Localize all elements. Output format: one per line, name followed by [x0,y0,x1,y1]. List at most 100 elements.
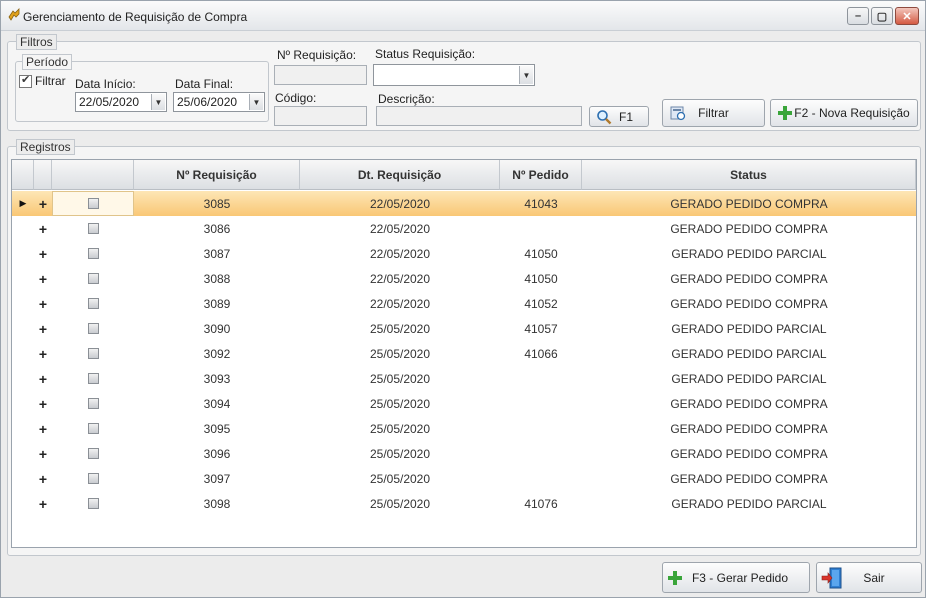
table-row[interactable]: +3088 22/05/2020 41050 GERADO PEDIDO COMPRA [12,266,916,291]
row-checkbox[interactable] [87,223,99,234]
table-row[interactable]: +3096 25/05/2020 GERADO PEDIDO COMPRA [12,441,916,466]
row-indicator [12,441,34,466]
row-checkbox[interactable] [87,498,99,509]
row-checkbox[interactable] [87,248,99,259]
expand-row-button[interactable]: + [34,316,52,341]
cell-status: GERADO PEDIDO PARCIAL [671,321,827,336]
expand-row-button[interactable]: + [34,391,52,416]
row-select-cell[interactable] [52,216,134,241]
cell-req-number: 3092 [203,346,231,361]
exit-button[interactable]: Sair [816,562,922,593]
row-select-cell[interactable] [52,291,134,316]
row-select-cell[interactable] [52,316,134,341]
expand-row-button[interactable]: + [34,291,52,316]
expand-row-button[interactable]: + [34,216,52,241]
table-row[interactable]: +3095 25/05/2020 GERADO PEDIDO COMPRA [12,416,916,441]
col-header-req[interactable]: Nº Requisição [134,160,300,190]
row-select-cell[interactable] [52,241,134,266]
col-header-status[interactable]: Status [582,160,916,190]
table-row[interactable]: +3092 25/05/2020 41066 GERADO PEDIDO PARCIA… [12,341,916,366]
expand-row-button[interactable]: + [34,441,52,466]
expand-row-button[interactable]: + [34,191,52,216]
row-select-cell[interactable] [52,266,134,291]
f1-search-button[interactable]: F1 [589,106,649,127]
row-select-cell[interactable] [52,491,134,516]
cell-req-number: 3096 [203,446,231,461]
end-date-label: Data Final: [175,77,234,91]
code-field[interactable] [274,106,367,126]
table-row[interactable]: +3087 22/05/2020 41050 GERADO PEDIDO PARCIA… [12,241,916,266]
row-select-cell[interactable] [52,341,134,366]
maximize-button[interactable]: ▢ [871,7,893,25]
table-row[interactable]: +3093 25/05/2020 GERADO PEDIDO PARCIAL [12,366,916,391]
expand-row-button[interactable]: + [34,341,52,366]
period-group: Período Filtrar Data Início: 22/05/2020 … [15,54,269,122]
cell-order-number: 41076 [524,496,558,511]
table-row[interactable]: +3089 22/05/2020 41052 GERADO PEDIDO COMPRA [12,291,916,316]
row-checkbox[interactable] [87,473,99,484]
new-requisition-button[interactable]: F2 - Nova Requisição [770,99,918,127]
table-row[interactable]: +3090 25/05/2020 41057 GERADO PEDIDO PARCIA… [12,316,916,341]
chevron-down-icon[interactable]: ▼ [151,94,165,110]
records-legend: Registros [16,139,75,155]
code-label: Código: [275,91,317,105]
row-checkbox[interactable] [87,348,99,359]
row-checkbox[interactable] [87,198,99,209]
chevron-down-icon[interactable]: ▼ [249,94,263,110]
cell-req-date: 22/05/2020 [369,246,431,261]
filter-button[interactable]: Filtrar [662,99,765,127]
row-select-cell[interactable] [52,366,134,391]
col-header-order[interactable]: Nº Pedido [500,160,582,190]
row-select-cell[interactable] [52,191,134,216]
app-icon [8,8,20,21]
cell-req-date: 25/05/2020 [369,471,431,486]
cell-req-number: 3090 [203,321,231,336]
status-select[interactable]: ▼ [373,64,535,86]
generate-order-button[interactable]: F3 - Gerar Pedido [662,562,810,593]
expand-row-button[interactable]: + [34,266,52,291]
expand-row-button[interactable]: + [34,416,52,441]
row-checkbox[interactable] [87,298,99,309]
cell-order-number: 41052 [524,296,558,311]
row-pointer-icon: ▶ [19,198,27,208]
window-title: Gerenciamento de Requisição de Compra [23,10,248,24]
row-checkbox[interactable] [87,373,99,384]
row-checkbox[interactable] [87,423,99,434]
expand-icon: + [38,370,48,387]
row-checkbox[interactable] [87,398,99,409]
row-checkbox[interactable] [87,323,99,334]
row-checkbox[interactable] [87,273,99,284]
expand-icon: + [38,395,48,412]
cell-req-number: 3095 [203,421,231,436]
table-row[interactable]: +3094 25/05/2020 GERADO PEDIDO COMPRA [12,391,916,416]
row-select-cell[interactable] [52,466,134,491]
table-row[interactable]: +3098 25/05/2020 41076 GERADO PEDIDO PARCIA… [12,491,916,516]
f1-label: F1 [618,109,633,124]
table-row[interactable]: ▶ +3085 22/05/2020 41043 GERADO PEDIDO COMPR… [12,191,916,216]
expand-row-button[interactable]: + [34,366,52,391]
table-row[interactable]: +3086 22/05/2020 GERADO PEDIDO COMPRA [12,216,916,241]
chevron-down-icon[interactable]: ▼ [519,66,533,84]
table-row[interactable]: +3097 25/05/2020 GERADO PEDIDO COMPRA [12,466,916,491]
close-button[interactable]: ✕ [895,7,919,25]
cell-status: GERADO PEDIDO PARCIAL [671,246,827,261]
expand-icon: + [38,470,48,487]
start-date-label: Data Início: [75,77,136,91]
end-date-field[interactable]: 25/06/2020 ▼ [173,92,265,112]
cell-status: GERADO PEDIDO PARCIAL [671,371,827,386]
row-select-cell[interactable] [52,441,134,466]
expand-row-button[interactable]: + [34,466,52,491]
minimize-button[interactable]: – [847,7,869,25]
row-checkbox[interactable] [87,448,99,459]
row-indicator [12,391,34,416]
description-field[interactable] [376,106,582,126]
req-number-field[interactable] [274,65,367,85]
row-select-cell[interactable] [52,416,134,441]
expand-icon: + [38,345,48,362]
filter-checkbox[interactable] [19,73,32,88]
col-header-date[interactable]: Dt. Requisição [300,160,500,190]
row-select-cell[interactable] [52,391,134,416]
start-date-field[interactable]: 22/05/2020 ▼ [75,92,167,112]
expand-row-button[interactable]: + [34,241,52,266]
expand-row-button[interactable]: + [34,491,52,516]
